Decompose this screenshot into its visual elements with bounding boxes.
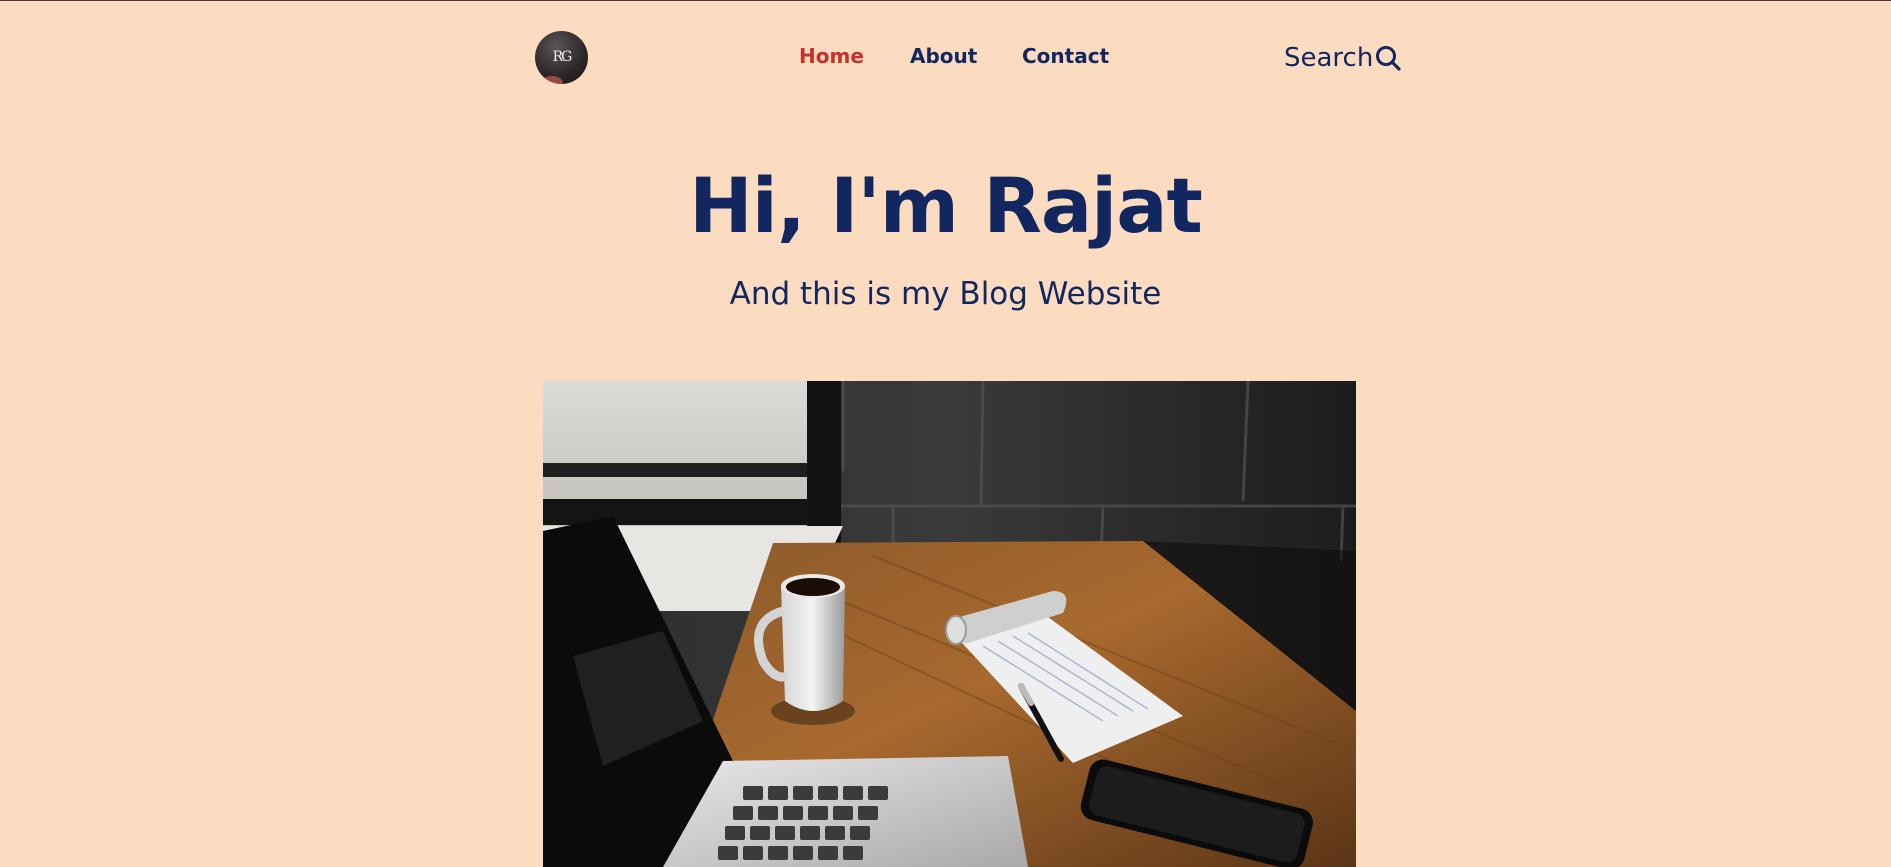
search-button[interactable]: Search: [1284, 41, 1403, 75]
nav-link-home[interactable]: Home: [799, 44, 864, 68]
nav-link-about[interactable]: About: [910, 44, 977, 68]
desk-photo-illustration: [543, 381, 1356, 867]
hero-desk-photo: [543, 381, 1356, 867]
site-header: RG Home About Contact Search: [0, 1, 1891, 115]
search-label: Search: [1284, 43, 1374, 73]
hero-subtitle: And this is my Blog Website: [729, 276, 1162, 312]
search-icon: [1376, 46, 1401, 71]
logo[interactable]: RG: [535, 31, 588, 84]
logo-monogram: RG: [552, 49, 573, 65]
hero-title: Hi, I'm Rajat: [689, 161, 1203, 250]
nav-link-contact[interactable]: Contact: [1022, 44, 1109, 68]
